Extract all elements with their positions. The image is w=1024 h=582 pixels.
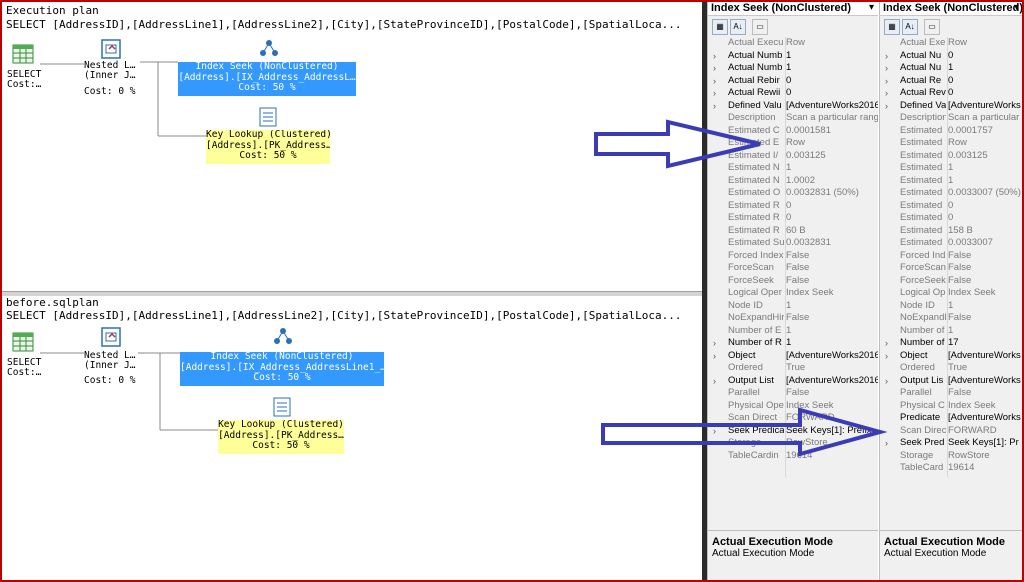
annotation-arrow-predicate <box>601 407 888 457</box>
annotation-arrows <box>594 119 888 457</box>
annotation-arrow-estimated-cost <box>594 119 761 169</box>
